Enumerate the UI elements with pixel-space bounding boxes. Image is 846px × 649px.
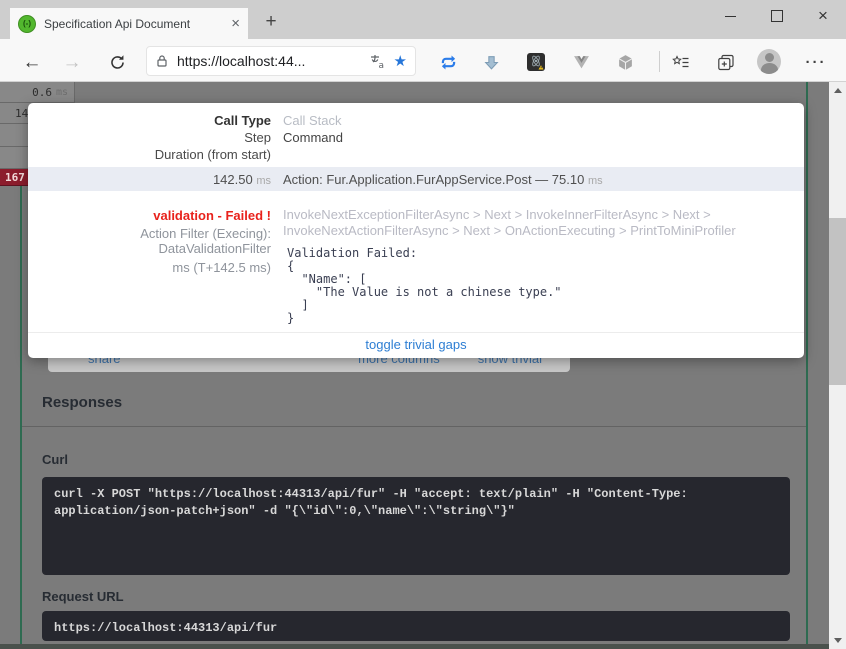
tab-title: Specification Api Document (44, 17, 225, 31)
back-button[interactable]: ← (18, 51, 46, 73)
profiler-timing-cell[interactable]: 0.6 ms (0, 82, 75, 103)
url-text[interactable]: https://localhost:44... (177, 53, 369, 69)
call-stack-text: InvokeNextExceptionFilterAsync > Next > … (283, 207, 795, 239)
validation-status: validation - Failed ! (28, 208, 271, 224)
scroll-up-icon (834, 88, 842, 93)
maximize-icon (771, 10, 783, 22)
maximize-button[interactable] (757, 0, 797, 32)
column-label: Step (28, 129, 271, 146)
scroll-up-button[interactable] (829, 82, 846, 99)
timing-unit: ms (56, 87, 68, 98)
section-border-left (20, 186, 22, 649)
collections-icon (717, 53, 735, 71)
extension-stack-button[interactable] (613, 50, 637, 74)
validation-message: Validation Failed: { "Name": [ "The Valu… (287, 247, 803, 325)
favicon-mark: (-) (23, 20, 31, 28)
timing-row[interactable]: 142.50 ms Action: Fur.Application.FurApp… (28, 167, 804, 191)
refresh-icon (109, 54, 126, 71)
loop-arrows-icon (439, 53, 458, 72)
address-bar[interactable]: https://localhost:44... a ★ (146, 46, 416, 76)
responses-heading: Responses (42, 394, 122, 411)
section-bottom-border (0, 644, 829, 649)
scrollbar-thumb[interactable] (829, 218, 846, 385)
profiler-detail-popup: Call Type Step Duration (from start) Cal… (28, 103, 804, 358)
toolbar-divider (659, 51, 660, 72)
ellipsis-icon: ··· (806, 54, 827, 71)
lock-icon (155, 54, 169, 68)
scrollbar[interactable] (829, 82, 846, 649)
share-link[interactable]: share (88, 358, 121, 366)
popup-separator (28, 332, 804, 333)
column-label: Call Stack (283, 112, 343, 129)
extension-download-button[interactable] (479, 50, 503, 74)
action-text: Action: Fur.Application.FurAppService.Po… (283, 172, 584, 187)
more-columns-link[interactable]: more columns (358, 358, 440, 366)
popup-header-right: Call Stack Command (283, 112, 343, 146)
timing-value: 0.6 (32, 86, 52, 99)
extension-loop-button[interactable] (436, 50, 460, 74)
cube-stack-icon (617, 54, 634, 71)
new-tab-button[interactable]: + (258, 8, 284, 36)
minimize-button[interactable] (710, 0, 750, 32)
filter-line: Action Filter (Execing): (28, 226, 271, 242)
column-label: Command (283, 129, 343, 146)
favorite-star-icon[interactable]: ★ (394, 54, 407, 69)
duration-value: 142.50 (213, 172, 253, 187)
browser-tab[interactable]: (-) Specification Api Document × (10, 8, 248, 39)
toggle-trivial-gaps-link[interactable]: toggle trivial gaps (365, 337, 466, 352)
svg-text:a: a (378, 61, 384, 70)
avatar (757, 49, 781, 74)
action-unit: ms (588, 175, 603, 187)
validation-summary: validation - Failed ! Action Filter (Exe… (28, 208, 271, 275)
timing-action: Action: Fur.Application.FurAppService.Po… (283, 172, 603, 187)
atom-warning-icon (527, 53, 545, 71)
filter-line: ms (T+142.5 ms) (28, 260, 271, 276)
request-url-label: Request URL (42, 589, 124, 604)
forward-button: → (58, 51, 86, 73)
collections-button[interactable] (714, 50, 738, 74)
scroll-down-button[interactable] (829, 632, 846, 649)
total-duration: 167 (5, 171, 25, 184)
validation-detail: InvokeNextExceptionFilterAsync > Next > … (283, 207, 803, 325)
curl-command-block: curl -X POST "https://localhost:44313/ap… (42, 477, 790, 575)
settings-menu-button[interactable]: ··· (804, 50, 828, 74)
titlebar: (-) Specification Api Document × + × (0, 0, 846, 39)
column-label: Call Type (28, 112, 271, 129)
popup-header-left: Call Type Step Duration (from start) (28, 112, 271, 163)
favorites-bar-button[interactable] (669, 50, 693, 74)
close-button[interactable]: × (803, 0, 843, 32)
duration-unit: ms (256, 175, 271, 187)
popup-footer: toggle trivial gaps (28, 337, 804, 352)
section-border-right (806, 82, 808, 649)
tab-close-icon[interactable]: × (231, 16, 240, 31)
show-trivial-link[interactable]: show trivial (478, 358, 542, 366)
extension-devtools-button[interactable] (524, 50, 548, 74)
extension-vue-button[interactable] (569, 50, 593, 74)
browser-window: (-) Specification Api Document × + × ← →… (0, 0, 846, 649)
curl-label: Curl (42, 452, 68, 467)
responses-divider (22, 426, 806, 427)
minimize-icon (725, 16, 736, 17)
site-favicon-icon: (-) (18, 15, 36, 33)
star-list-icon (672, 54, 690, 71)
download-arrow-icon (483, 54, 500, 71)
scroll-down-icon (834, 638, 842, 643)
request-url-block: https://localhost:44313/api/fur (42, 611, 790, 641)
translate-icon[interactable]: a (369, 53, 386, 70)
timing-duration: 142.50 ms (28, 172, 271, 187)
filter-line: DataValidationFilter (28, 241, 271, 257)
column-label: Duration (from start) (28, 146, 271, 163)
vue-v-icon (573, 55, 590, 70)
profiler-footer-strip: share more columns show trivial (48, 358, 570, 372)
profile-button[interactable] (757, 49, 781, 73)
refresh-button[interactable] (103, 51, 131, 73)
